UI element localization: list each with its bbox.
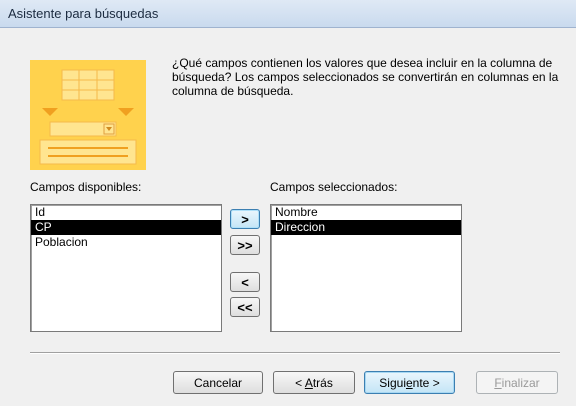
next-button-prefix: Sigui [379, 375, 406, 390]
title-bar: Asistente para búsquedas [0, 0, 576, 28]
window-title: Asistente para búsquedas [8, 6, 159, 21]
remove-field-button[interactable]: < [230, 272, 260, 292]
lookup-wizard-illustration-icon [30, 60, 146, 170]
cancel-button[interactable]: Cancelar [173, 371, 263, 394]
footer-separator [30, 352, 560, 354]
selected-fields-list[interactable]: Nombre Direccion [270, 204, 462, 332]
finish-button-mnemonic: F [494, 375, 502, 390]
finish-button[interactable]: Finalizar [476, 371, 558, 394]
next-button-rest: nte > [412, 375, 440, 390]
back-button-mnemonic: A [304, 375, 313, 390]
next-button[interactable]: Siguiente > [364, 371, 455, 394]
add-all-fields-button[interactable]: >> [230, 235, 260, 255]
list-item[interactable]: Nombre [271, 205, 461, 220]
list-item[interactable]: CP [31, 220, 221, 235]
list-item[interactable]: Poblacion [31, 235, 221, 250]
remove-all-fields-button[interactable]: << [230, 297, 260, 317]
selected-fields-label: Campos seleccionados: [270, 180, 398, 194]
available-fields-label: Campos disponibles: [30, 180, 142, 194]
list-item[interactable]: Id [31, 205, 221, 220]
back-button[interactable]: < Atrás [273, 371, 355, 394]
next-button-mnemonic: e [405, 375, 413, 390]
back-button-prefix: < [295, 375, 305, 390]
list-item[interactable]: Direccion [271, 220, 461, 235]
wizard-description: ¿Qué campos contienen los valores que de… [172, 56, 559, 98]
add-field-button[interactable]: > [230, 209, 260, 229]
finish-button-rest: inalizar [501, 375, 540, 390]
back-button-rest: trás [312, 375, 333, 390]
available-fields-list[interactable]: Id CP Poblacion [30, 204, 222, 332]
